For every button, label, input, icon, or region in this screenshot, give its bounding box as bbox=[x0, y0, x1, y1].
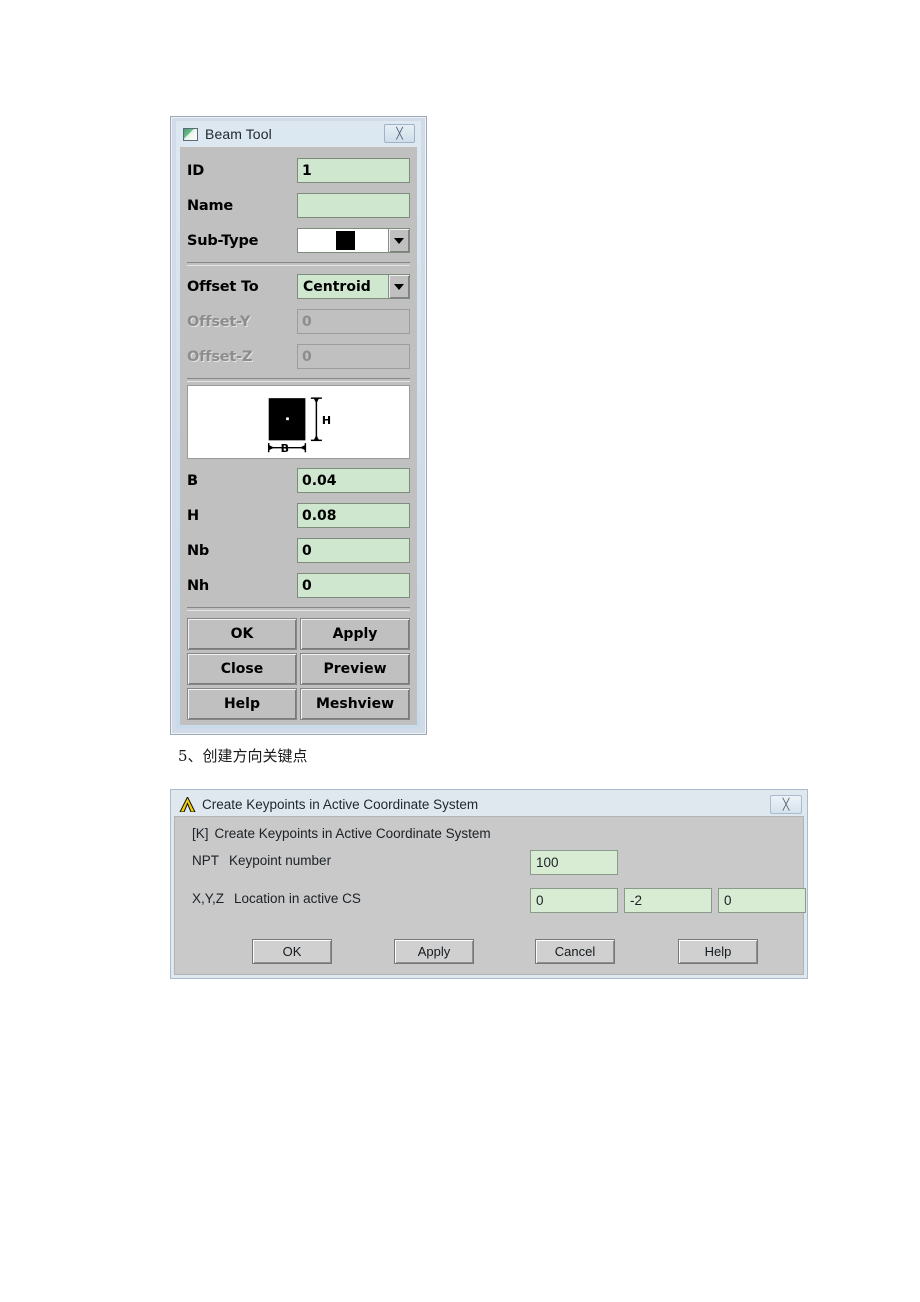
field-row-offset-to: Offset To Centroid bbox=[187, 269, 410, 304]
field-row-id: ID 1 bbox=[187, 153, 410, 188]
b-input[interactable]: 0.04 bbox=[297, 468, 410, 493]
ok-button[interactable]: OK bbox=[252, 939, 332, 964]
beam-tool-titlebar[interactable]: Beam Tool ╳ bbox=[180, 121, 417, 147]
label-offset-to: Offset To bbox=[187, 278, 259, 295]
h-input[interactable]: 0.08 bbox=[297, 503, 410, 528]
field-row-nh: Nh 0 bbox=[187, 568, 410, 603]
field-row-name: Name bbox=[187, 188, 410, 223]
label-id: ID bbox=[187, 162, 205, 179]
field-row-offset-z: Offset-Z 0 bbox=[187, 339, 410, 374]
help-button[interactable]: Help bbox=[678, 939, 758, 964]
field-row-sub-type: Sub-Type bbox=[187, 223, 410, 258]
keypoint-dialog-title: Create Keypoints in Active Coordinate Sy… bbox=[202, 797, 479, 812]
field-row-offset-y: Offset-Y 0 bbox=[187, 304, 410, 339]
field-row-h: H 0.08 bbox=[187, 498, 410, 533]
offset-y-input: 0 bbox=[297, 309, 410, 334]
headline-text: Create Keypoints in Active Coordinate Sy… bbox=[214, 826, 491, 841]
caption-text: 5、创建方向关键点 bbox=[178, 747, 308, 765]
button-row-3: Help Meshview bbox=[187, 688, 410, 720]
xyz-code: X,Y,Z bbox=[192, 891, 225, 906]
close-icon[interactable]: ╳ bbox=[770, 795, 802, 814]
offset-to-select[interactable]: Centroid bbox=[297, 274, 410, 299]
x-location-input[interactable]: 0 bbox=[530, 888, 618, 913]
ok-button[interactable]: OK bbox=[187, 618, 297, 650]
keypoint-dialog-headline: [K] Create Keypoints in Active Coordinate… bbox=[175, 826, 803, 841]
preview-button[interactable]: Preview bbox=[300, 653, 410, 685]
label-nb: Nb bbox=[187, 542, 210, 559]
xyz-text: Location in active CS bbox=[234, 891, 361, 906]
nh-input[interactable]: 0 bbox=[297, 573, 410, 598]
beam-section-icon bbox=[183, 127, 198, 141]
separator-bottom bbox=[187, 607, 410, 611]
meshview-button[interactable]: Meshview bbox=[300, 688, 410, 720]
xyz-row: X,Y,Z Location in active CS 0 -2 0 bbox=[175, 888, 806, 918]
label-sub-type: Sub-Type bbox=[187, 232, 259, 249]
label-offset-z: Offset-Z bbox=[187, 348, 253, 365]
close-button[interactable]: Close bbox=[187, 653, 297, 685]
npt-row: NPT Keypoint number 100 bbox=[175, 850, 803, 880]
help-button[interactable]: Help bbox=[187, 688, 297, 720]
label-offset-y: Offset-Y bbox=[187, 313, 251, 330]
svg-text:B: B bbox=[281, 442, 289, 455]
beam-tool-body: ID 1 Name Sub-Type Offset To Centroid Of… bbox=[180, 147, 417, 725]
offset-z-input: 0 bbox=[297, 344, 410, 369]
field-row-b: B 0.04 bbox=[187, 463, 410, 498]
button-row-2: Close Preview bbox=[187, 653, 410, 685]
field-row-nb: Nb 0 bbox=[187, 533, 410, 568]
keypoint-dialog-titlebar[interactable]: Create Keypoints in Active Coordinate Sy… bbox=[174, 793, 804, 816]
label-b: B bbox=[187, 472, 198, 489]
rectangle-section-icon bbox=[336, 231, 355, 250]
beam-tool-frame: Beam Tool ╳ ID 1 Name Sub-Type Offset To… bbox=[176, 121, 421, 729]
section-preview: H B bbox=[187, 385, 410, 459]
ansys-lambda-logo-icon bbox=[179, 795, 196, 813]
xyz-label: X,Y,Z Location in active CS bbox=[192, 891, 361, 906]
beam-tool-button-group: OK Apply Close Preview Help Meshview bbox=[187, 614, 410, 720]
name-input[interactable] bbox=[297, 193, 410, 218]
apply-button[interactable]: Apply bbox=[300, 618, 410, 650]
svg-text:H: H bbox=[322, 414, 331, 427]
label-nh: Nh bbox=[187, 577, 210, 594]
sub-type-select[interactable] bbox=[297, 228, 410, 253]
button-row-1: OK Apply bbox=[187, 618, 410, 650]
npt-text: Keypoint number bbox=[229, 853, 332, 868]
npt-label: NPT Keypoint number bbox=[192, 853, 331, 868]
chevron-down-icon[interactable] bbox=[388, 275, 409, 298]
npt-code: NPT bbox=[192, 853, 219, 868]
separator-top bbox=[187, 262, 410, 266]
beam-tool-title: Beam Tool bbox=[205, 126, 272, 142]
rectangular-beam-section-preview: H B bbox=[267, 397, 331, 455]
create-keypoints-dialog[interactable]: Create Keypoints in Active Coordinate Sy… bbox=[170, 789, 808, 979]
headline-code: [K] bbox=[192, 826, 209, 841]
label-h: H bbox=[187, 507, 199, 524]
beam-tool-dialog[interactable]: Beam Tool ╳ ID 1 Name Sub-Type Offset To… bbox=[170, 116, 427, 735]
apply-button[interactable]: Apply bbox=[394, 939, 474, 964]
cancel-button[interactable]: Cancel bbox=[535, 939, 615, 964]
y-location-input[interactable]: -2 bbox=[624, 888, 712, 913]
label-name: Name bbox=[187, 197, 234, 214]
close-icon[interactable]: ╳ bbox=[384, 124, 415, 143]
offset-to-value: Centroid bbox=[303, 278, 371, 295]
id-input[interactable]: 1 bbox=[297, 158, 410, 183]
separator-middle bbox=[187, 378, 410, 382]
keypoint-dialog-body: [K] Create Keypoints in Active Coordinate… bbox=[174, 816, 806, 975]
chevron-down-icon[interactable] bbox=[388, 229, 409, 252]
nb-input[interactable]: 0 bbox=[297, 538, 410, 563]
z-location-input[interactable]: 0 bbox=[718, 888, 806, 913]
keypoint-number-input[interactable]: 100 bbox=[530, 850, 618, 875]
